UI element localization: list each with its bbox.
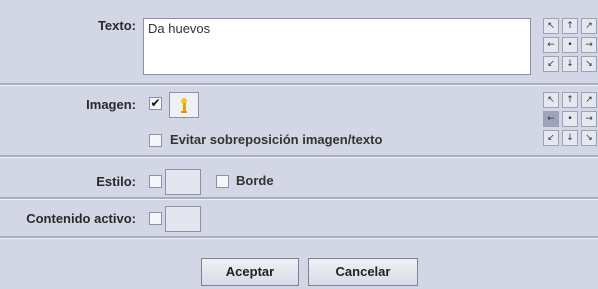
estilo-style-button[interactable] xyxy=(165,169,201,195)
estilo-checkbox[interactable] xyxy=(149,175,162,188)
align-top-right-button[interactable]: ↗ xyxy=(581,18,597,34)
img-align-left-button[interactable]: ← xyxy=(543,111,559,127)
align-bottom-right-button[interactable]: ↘ xyxy=(581,56,597,72)
align-top-left-button[interactable]: ↖ xyxy=(543,18,559,34)
imagen-checkbox[interactable]: ✔ xyxy=(149,97,162,110)
align-top-button[interactable]: ↑ xyxy=(562,18,578,34)
align-bottom-left-button[interactable]: ↙ xyxy=(543,56,559,72)
image-picker-button[interactable] xyxy=(169,92,199,118)
align-center-button[interactable]: • xyxy=(562,37,578,53)
avoid-overlap-checkbox[interactable] xyxy=(149,134,162,147)
img-align-bottom-right-button[interactable]: ↘ xyxy=(581,130,597,146)
borde-label: Borde xyxy=(236,173,274,188)
img-align-top-button[interactable]: ↑ xyxy=(562,92,578,108)
imagen-label: Imagen: xyxy=(86,97,136,112)
button-bar xyxy=(0,239,598,289)
texto-label: Texto: xyxy=(97,18,136,33)
avoid-overlap-label: Evitar sobreposición imagen/texto xyxy=(170,132,383,147)
align-right-button[interactable]: → xyxy=(581,37,597,53)
img-align-bottom-left-button[interactable]: ↙ xyxy=(543,130,559,146)
img-align-bottom-button[interactable]: ↓ xyxy=(562,130,578,146)
imagen-alignment-pad: ↖ ↑ ↗ ← • → ↙ ↓ ↘ xyxy=(543,92,598,148)
texto-textarea[interactable]: Da huevos xyxy=(143,18,531,75)
align-bottom-button[interactable]: ↓ xyxy=(562,56,578,72)
borde-checkbox[interactable] xyxy=(216,175,229,188)
img-align-right-button[interactable]: → xyxy=(581,111,597,127)
cancel-button[interactable]: Cancelar xyxy=(308,258,418,286)
estilo-label: Estilo: xyxy=(96,174,136,189)
accept-button[interactable]: Aceptar xyxy=(201,258,299,286)
img-align-center-button[interactable]: • xyxy=(562,111,578,127)
img-align-top-left-button[interactable]: ↖ xyxy=(543,92,559,108)
contenido-activo-checkbox[interactable] xyxy=(149,212,162,225)
align-left-button[interactable]: ← xyxy=(543,37,559,53)
chick-icon xyxy=(181,98,187,113)
texto-alignment-pad: ↖ ↑ ↗ ← • → ↙ ↓ ↘ xyxy=(543,18,598,74)
contenido-activo-label: Contenido activo: xyxy=(26,211,136,226)
contenido-activo-button[interactable] xyxy=(165,206,201,232)
img-align-top-right-button[interactable]: ↗ xyxy=(581,92,597,108)
